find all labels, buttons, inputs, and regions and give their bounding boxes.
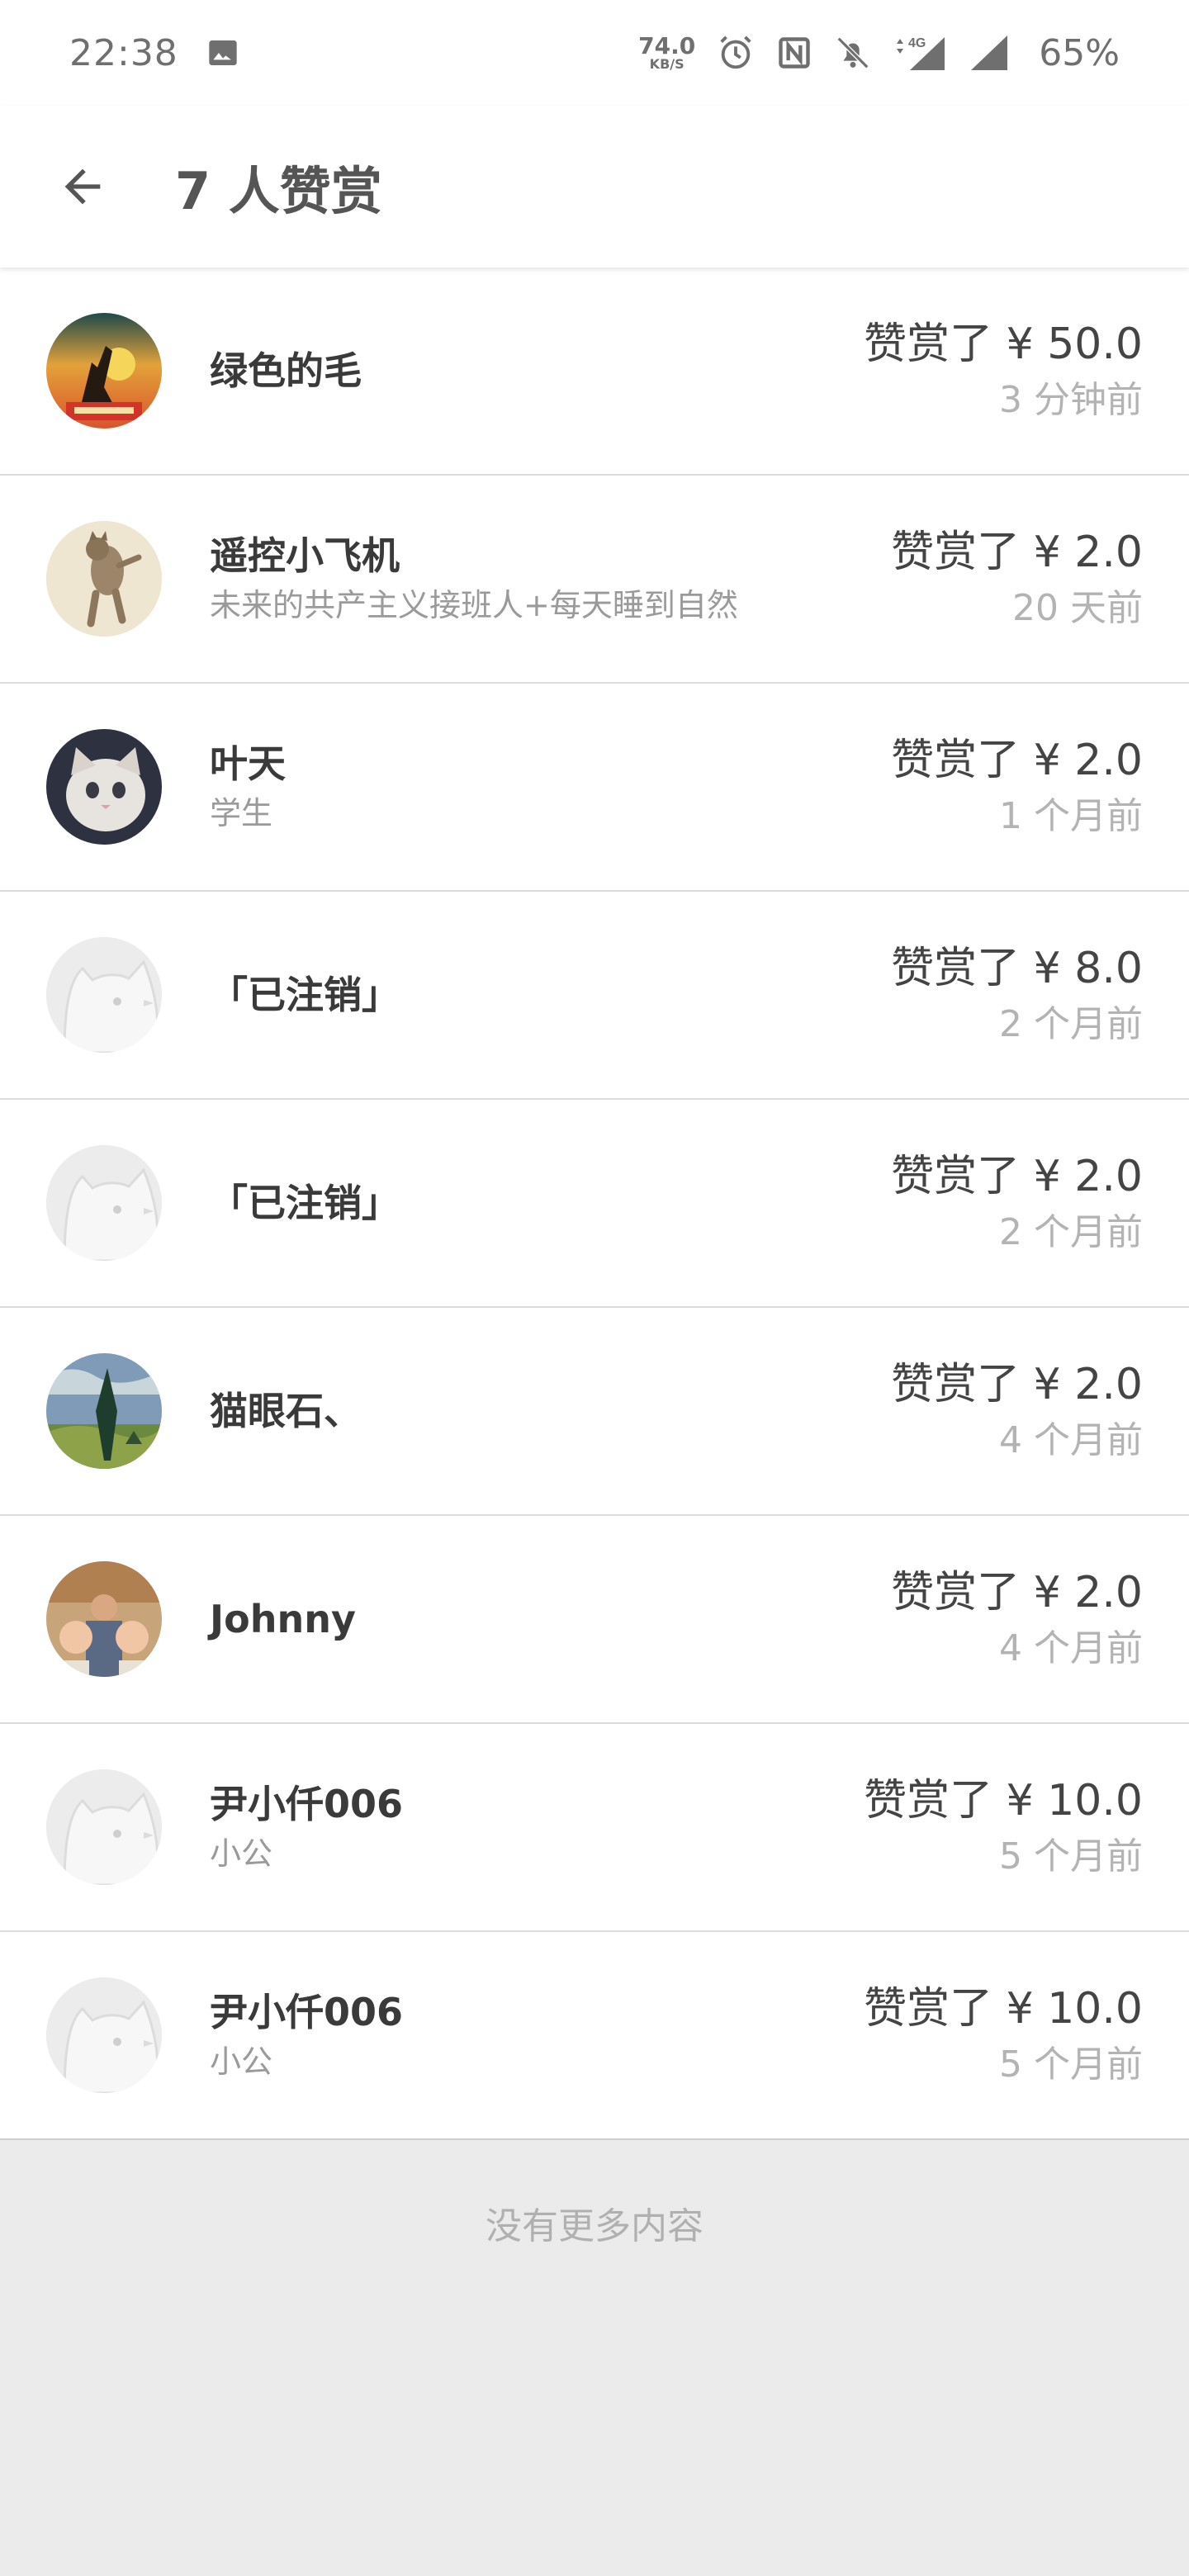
user-name[interactable]: 尹小仟006 xyxy=(210,1986,403,2039)
user-info: 「已注销」 xyxy=(210,1100,400,1306)
user-bio: 未来的共产主义接班人+每天睡到自然 xyxy=(210,587,738,623)
user-info: 尹小仟006 小公 xyxy=(210,1724,403,1930)
image-icon xyxy=(206,36,239,69)
user-name[interactable]: 「已注销」 xyxy=(210,1177,400,1229)
user-name[interactable]: 「已注销」 xyxy=(210,968,400,1021)
avatar[interactable] xyxy=(46,521,162,637)
user-info: 绿色的毛 xyxy=(210,268,362,474)
user-name[interactable]: 叶天 xyxy=(210,737,286,790)
alarm-icon xyxy=(717,34,755,72)
user-info: 叶天 学生 xyxy=(210,684,286,890)
user-name[interactable]: 遥控小飞机 xyxy=(210,529,738,582)
nfc-icon xyxy=(776,35,812,71)
reward-info: 赞赏了 ¥ 10.0 5 个月前 xyxy=(864,1724,1143,1930)
reward-info: 赞赏了 ¥ 8.0 2 个月前 xyxy=(891,892,1143,1098)
reward-row[interactable]: 猫眼石、 赞赏了 ¥ 2.0 4 个月前 xyxy=(0,1308,1189,1516)
reward-row[interactable]: 尹小仟006 小公 赞赏了 ¥ 10.0 5 个月前 xyxy=(0,1724,1189,1932)
reward-time: 1 个月前 xyxy=(999,795,1143,837)
reward-time: 5 个月前 xyxy=(999,1835,1143,1878)
reward-info: 赞赏了 ¥ 2.0 2 个月前 xyxy=(891,1100,1143,1306)
reward-row[interactable]: Johnny 赞赏了 ¥ 2.0 4 个月前 xyxy=(0,1516,1189,1724)
avatar[interactable] xyxy=(46,1145,162,1261)
user-info: 遥控小飞机未来的共产主义接班人+每天睡到自然 xyxy=(210,476,738,682)
user-bio: 小公 xyxy=(210,2043,273,2080)
reward-time: 4 个月前 xyxy=(999,1627,1143,1669)
page-title: 7 人赞赏 xyxy=(175,161,382,221)
no-more-content-text: 没有更多内容 xyxy=(486,2205,703,2247)
reward-info: 赞赏了 ¥ 2.0 20 天前 xyxy=(891,476,1143,682)
battery-level: 65% xyxy=(1039,31,1120,74)
avatar[interactable] xyxy=(46,729,162,845)
user-info: 猫眼石、 xyxy=(210,1308,362,1514)
reward-info: 赞赏了 ¥ 2.0 4 个月前 xyxy=(891,1308,1143,1514)
reward-amount: 赞赏了 ¥ 10.0 xyxy=(864,1776,1143,1825)
reward-amount: 赞赏了 ¥ 2.0 xyxy=(891,736,1143,785)
reward-row[interactable]: 「已注销」 赞赏了 ¥ 8.0 2 个月前 xyxy=(0,892,1189,1100)
reward-info: 赞赏了 ¥ 10.0 5 个月前 xyxy=(864,1932,1143,2138)
user-name[interactable]: 绿色的毛 xyxy=(210,344,362,397)
reward-row[interactable]: 遥控小飞机未来的共产主义接班人+每天睡到自然 赞赏了 ¥ 2.0 20 天前 xyxy=(0,476,1189,684)
reward-amount: 赞赏了 ¥ 10.0 xyxy=(864,1984,1143,2034)
reward-time: 2 个月前 xyxy=(999,1003,1143,1045)
reward-info: 赞赏了 ¥ 50.0 3 分钟前 xyxy=(864,268,1143,474)
avatar[interactable] xyxy=(46,1977,162,2093)
signal-icon xyxy=(969,34,1009,72)
reward-info: 赞赏了 ¥ 2.0 4 个月前 xyxy=(891,1516,1143,1722)
back-button[interactable] xyxy=(41,145,124,228)
reward-row[interactable]: 叶天学生 赞赏了 ¥ 2.0 1 个月前 xyxy=(0,684,1189,892)
reward-row[interactable]: 尹小仟006 小公 赞赏了 ¥ 10.0 5 个月前 xyxy=(0,1932,1189,2140)
reward-amount: 赞赏了 ¥ 2.0 xyxy=(891,1360,1143,1409)
avatar[interactable] xyxy=(46,937,162,1053)
status-time: 22:38 xyxy=(69,31,178,74)
network-type: 4G xyxy=(908,36,926,50)
signal-4g-icon: 4G xyxy=(893,34,948,72)
bell-off-icon xyxy=(834,34,872,72)
reward-time: 20 天前 xyxy=(1012,587,1143,629)
net-speed-value: 74.0 xyxy=(638,32,696,59)
user-info: Johnny xyxy=(210,1516,356,1722)
user-name[interactable]: 猫眼石、 xyxy=(210,1385,362,1437)
net-speed: 74.0 KB/S xyxy=(638,35,695,71)
reward-amount: 赞赏了 ¥ 2.0 xyxy=(891,1152,1143,1201)
reward-time: 5 个月前 xyxy=(999,2043,1143,2086)
user-bio: 学生 xyxy=(210,795,273,831)
screen: 22:38 74.0 KB/S 4G 65% 7 人赞赏 绿色的毛 赞赏了 ¥ … xyxy=(0,0,1189,2576)
user-info: 尹小仟006 小公 xyxy=(210,1932,403,2138)
user-info: 「已注销」 xyxy=(210,892,400,1098)
reward-amount: 赞赏了 ¥ 8.0 xyxy=(891,944,1143,993)
reward-time: 4 个月前 xyxy=(999,1419,1143,1461)
avatar[interactable] xyxy=(46,1769,162,1885)
user-bio: 小公 xyxy=(210,1835,273,1872)
reward-info: 赞赏了 ¥ 2.0 1 个月前 xyxy=(891,684,1143,890)
avatar[interactable] xyxy=(46,1561,162,1677)
reward-amount: 赞赏了 ¥ 2.0 xyxy=(891,528,1143,577)
avatar[interactable] xyxy=(46,1353,162,1469)
net-speed-unit: KB/S xyxy=(649,56,685,72)
user-name[interactable]: 尹小仟006 xyxy=(210,1778,403,1830)
reward-time: 2 个月前 xyxy=(999,1211,1143,1253)
reward-amount: 赞赏了 ¥ 50.0 xyxy=(864,320,1143,369)
app-bar: 7 人赞赏 xyxy=(0,106,1189,268)
reward-time: 3 分钟前 xyxy=(999,379,1143,421)
status-bar: 22:38 74.0 KB/S 4G 65% xyxy=(0,0,1189,106)
avatar[interactable] xyxy=(46,313,162,429)
user-name[interactable]: Johnny xyxy=(210,1593,356,1646)
reward-row[interactable]: 绿色的毛 赞赏了 ¥ 50.0 3 分钟前 xyxy=(0,268,1189,476)
reward-row[interactable]: 「已注销」 赞赏了 ¥ 2.0 2 个月前 xyxy=(0,1100,1189,1308)
reward-list: 绿色的毛 赞赏了 ¥ 50.0 3 分钟前遥控小飞机未来的共产主义接班人+每天睡到自… xyxy=(0,268,1189,2140)
reward-amount: 赞赏了 ¥ 2.0 xyxy=(891,1568,1143,1617)
arrow-left-icon xyxy=(64,168,101,205)
